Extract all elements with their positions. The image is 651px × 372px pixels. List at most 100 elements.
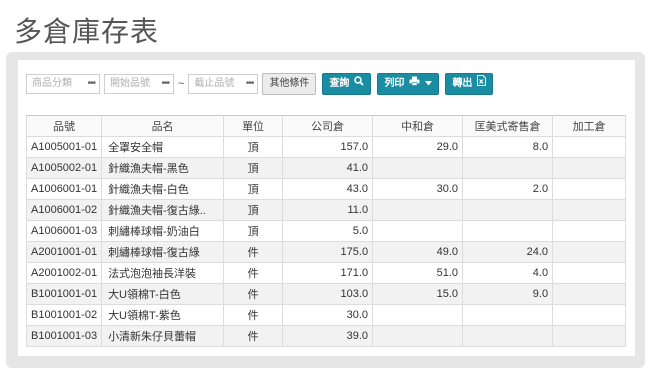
cell-company-qty: 39.0 xyxy=(282,325,374,347)
export-label: 轉出 xyxy=(452,78,473,89)
cell-consignment-qty: 4.0 xyxy=(462,262,554,284)
end-item-picker[interactable]: 截止品號 ••• xyxy=(188,74,259,94)
table-row[interactable]: A1005002-01 針織漁夫帽-黑色頂 41.0 xyxy=(25,157,627,179)
column-header-processing-warehouse[interactable]: 加工倉 xyxy=(552,115,627,137)
page-title: 多倉庫存表 xyxy=(14,15,160,48)
cell-item-no: A1006001-02 xyxy=(25,199,103,221)
table-row[interactable]: B1001001-03 小清新朱仔貝蕾帽件 39.0 xyxy=(25,325,627,347)
cell-consignment-qty: 24.0 xyxy=(462,241,554,263)
cell-processing-qty xyxy=(552,199,627,221)
more-conditions-button[interactable]: 其他條件 xyxy=(262,73,317,95)
table-row[interactable]: B1001001-01 大U領棉T-白色件 103.0 15.0 9.0 xyxy=(25,283,627,305)
export-button[interactable]: 轉出 xyxy=(445,73,494,95)
cell-item-no: A1005001-01 xyxy=(25,136,103,158)
end-item-placeholder: 截止品號 xyxy=(194,78,235,89)
cell-consignment-qty xyxy=(462,199,554,221)
table-row[interactable]: A1006001-02 針織漁夫帽-復古綠.. 頂 11.0 xyxy=(25,199,627,221)
column-header-zhonghe-warehouse[interactable]: 中和倉 xyxy=(372,115,464,137)
cell-consignment-qty: 8.0 xyxy=(462,136,554,158)
cell-zhonghe-qty xyxy=(372,199,464,221)
category-picker[interactable]: 商品分類 ••• xyxy=(26,74,100,94)
start-item-placeholder: 開始品號 xyxy=(110,78,150,89)
cell-processing-qty xyxy=(552,220,627,242)
query-button[interactable]: 查詢 xyxy=(322,73,372,95)
range-separator: ~ xyxy=(178,78,185,90)
cell-processing-qty xyxy=(552,178,627,200)
cell-zhonghe-qty: 49.0 xyxy=(372,241,464,263)
cell-zhonghe-qty: 51.0 xyxy=(372,262,464,284)
cell-unit: 頂 xyxy=(223,136,284,158)
cell-consignment-qty xyxy=(462,157,554,179)
filter-toolbar: 商品分類 ••• 開始品號 ••• ~ 截止品號 ••• 其他條件 查詢 列印 xyxy=(26,73,499,95)
cell-zhonghe-qty xyxy=(372,304,464,326)
cell-item-no: B1001001-02 xyxy=(25,304,103,326)
search-icon xyxy=(354,74,365,94)
caret-down-icon xyxy=(425,74,433,94)
printer-icon xyxy=(409,74,420,94)
cell-item-no: B1001001-01 xyxy=(25,283,103,305)
table-row[interactable]: A2001001-01 刺繡棒球帽-復古綠件 175.0 49.0 24.0 xyxy=(25,241,627,263)
cell-consignment-qty: 9.0 xyxy=(462,283,554,305)
table-row[interactable]: B1001001-02 大U領棉T-紫色件 30.0 xyxy=(25,304,627,326)
cell-item-name: 法式泡泡袖長洋裝 xyxy=(101,262,225,284)
print-label: 列印 xyxy=(384,78,405,89)
cell-company-qty: 30.0 xyxy=(282,304,374,326)
cell-processing-qty xyxy=(552,325,627,347)
category-placeholder: 商品分類 xyxy=(32,78,72,89)
cell-item-no: A2001002-01 xyxy=(25,262,103,284)
cell-item-name: 針織漁夫帽-黑色 xyxy=(101,157,225,179)
cell-company-qty: 41.0 xyxy=(282,157,374,179)
more-dots-icon[interactable]: ••• xyxy=(246,75,254,93)
cell-zhonghe-qty: 29.0 xyxy=(372,136,464,158)
cell-company-qty: 157.0 xyxy=(282,136,374,158)
column-header-unit[interactable]: 單位 xyxy=(223,115,284,137)
cell-unit: 件 xyxy=(223,325,284,347)
query-label: 查詢 xyxy=(329,78,350,89)
cell-unit: 件 xyxy=(223,283,284,305)
table-row[interactable]: A2001002-01 法式泡泡袖長洋裝件 171.0 51.0 4.0 xyxy=(25,262,627,284)
cell-company-qty: 43.0 xyxy=(282,178,374,200)
cell-item-no: A1006001-01 xyxy=(25,178,103,200)
cell-item-no: A2001001-01 xyxy=(25,241,103,263)
table-header-row: 品號 品名 單位 公司倉 中和倉 匡美式寄售倉 加工倉 xyxy=(25,115,627,137)
print-button[interactable]: 列印 xyxy=(377,73,440,95)
more-dots-icon[interactable]: ••• xyxy=(87,75,95,93)
cell-item-name: 刺繡棒球帽-復古綠 xyxy=(101,241,225,263)
start-item-picker[interactable]: 開始品號 ••• xyxy=(104,74,174,94)
cell-item-name: 小清新朱仔貝蕾帽 xyxy=(101,325,225,347)
cell-item-no: A1006001-03 xyxy=(25,220,103,242)
cell-item-name: 刺繡棒球帽-奶油白 xyxy=(101,220,225,242)
table-row[interactable]: A1006001-01 針織漁夫帽-白色頂 43.0 30.0 2.0 xyxy=(25,178,627,200)
cell-zhonghe-qty xyxy=(372,157,464,179)
cell-unit: 件 xyxy=(223,241,284,263)
cell-unit: 頂 xyxy=(223,220,284,242)
column-header-item-name[interactable]: 品名 xyxy=(101,115,225,137)
cell-consignment-qty xyxy=(462,325,554,347)
cell-consignment-qty xyxy=(462,304,554,326)
cell-unit: 頂 xyxy=(223,199,284,221)
cell-company-qty: 171.0 xyxy=(282,262,374,284)
table-row[interactable]: A1006001-03 刺繡棒球帽-奶油白頂 5.0 xyxy=(25,220,627,242)
cell-zhonghe-qty xyxy=(372,325,464,347)
cell-processing-qty xyxy=(552,283,627,305)
cell-item-no: A1005002-01 xyxy=(25,157,103,179)
cell-zhonghe-qty: 15.0 xyxy=(372,283,464,305)
cell-unit: 件 xyxy=(223,262,284,284)
cell-processing-qty xyxy=(552,304,627,326)
column-header-item-no[interactable]: 品號 xyxy=(25,115,103,137)
cell-item-name: 全罩安全帽 xyxy=(101,136,225,158)
cell-item-name: 針織漁夫帽-白色 xyxy=(101,178,225,200)
table-row[interactable]: A1005001-01 全罩安全帽頂 157.0 29.0 8.0 xyxy=(25,136,627,158)
cell-processing-qty xyxy=(552,262,627,284)
cell-processing-qty xyxy=(552,136,627,158)
cell-item-name: 大U領棉T-白色 xyxy=(101,283,225,305)
cell-unit: 件 xyxy=(223,304,284,326)
column-header-company-warehouse[interactable]: 公司倉 xyxy=(282,115,374,137)
cell-item-name: 針織漁夫帽-復古綠.. xyxy=(101,199,225,221)
report-panel: 商品分類 ••• 開始品號 ••• ~ 截止品號 ••• 其他條件 查詢 列印 xyxy=(6,52,645,368)
cell-zhonghe-qty xyxy=(372,220,464,242)
cell-company-qty: 5.0 xyxy=(282,220,374,242)
cell-processing-qty xyxy=(552,157,627,179)
more-dots-icon[interactable]: ••• xyxy=(161,75,169,93)
column-header-consignment-warehouse[interactable]: 匡美式寄售倉 xyxy=(462,115,554,137)
